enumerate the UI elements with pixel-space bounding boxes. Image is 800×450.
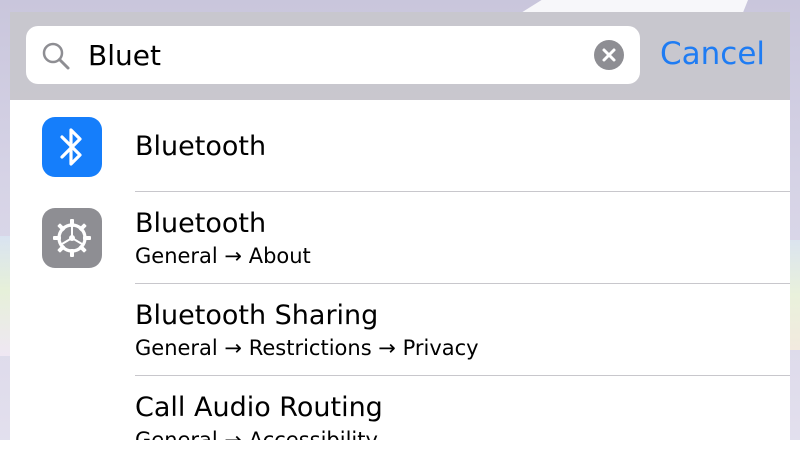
settings-app-icon <box>42 208 102 268</box>
result-row-bluetooth-about[interactable]: Bluetooth General → About <box>10 192 790 284</box>
clear-search-button[interactable] <box>594 40 624 70</box>
bluetooth-icon <box>60 128 82 166</box>
result-subtitle: General → Restrictions → Privacy <box>135 336 479 360</box>
background-wallpaper-edge-right <box>790 240 800 350</box>
search-input[interactable] <box>88 32 568 78</box>
result-title: Call Audio Routing <box>135 392 383 423</box>
result-subtitle: General → Accessibility <box>135 428 378 440</box>
cancel-button[interactable]: Cancel <box>660 30 780 78</box>
clear-icon <box>602 48 616 62</box>
result-subtitle: General → About <box>135 244 311 268</box>
result-row-bluetooth-app[interactable]: Bluetooth <box>10 100 790 192</box>
result-title: Bluetooth <box>135 131 267 162</box>
bottom-edge <box>0 440 800 450</box>
bluetooth-app-icon <box>42 117 102 177</box>
background-glint <box>522 0 748 12</box>
search-icon <box>41 41 71 71</box>
result-title: Bluetooth <box>135 208 267 239</box>
gear-icon <box>53 219 91 257</box>
search-results-list: Bluetooth Bluetooth General → About Blue… <box>10 100 790 440</box>
result-row-bluetooth-sharing[interactable]: Bluetooth Sharing General → Restrictions… <box>10 284 790 376</box>
result-title: Bluetooth Sharing <box>135 300 379 331</box>
result-row-call-audio-routing[interactable]: Call Audio Routing General → Accessibili… <box>10 376 790 440</box>
